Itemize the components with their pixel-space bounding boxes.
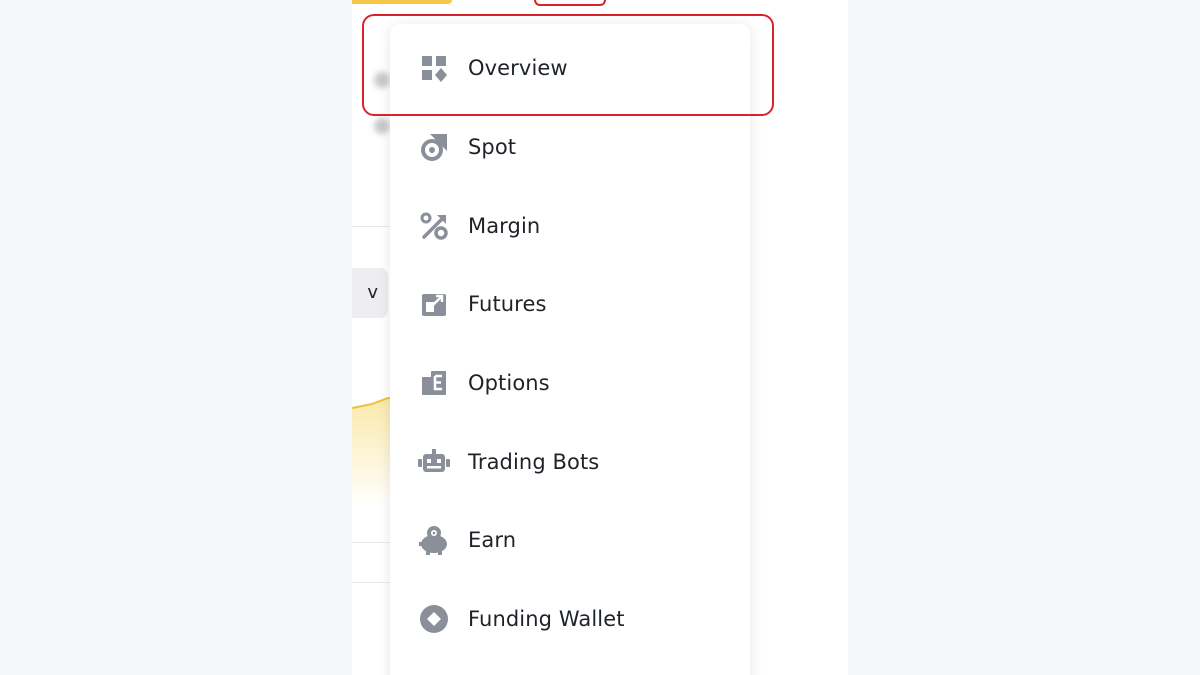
background-chip[interactable]: v <box>352 268 388 318</box>
menu-item-label: Spot <box>468 135 517 159</box>
futures-icon <box>418 288 450 320</box>
wallet-icon <box>418 603 450 635</box>
app-viewport: v Overview Spot Margin Futures Options T… <box>352 0 848 675</box>
background-accent-bar <box>352 0 452 4</box>
menu-item-label: Earn <box>468 528 517 552</box>
menu-item-earn[interactable]: Earn <box>390 510 750 570</box>
menu-item-label: Futures <box>468 292 547 316</box>
menu-item-options[interactable]: Options <box>390 353 750 413</box>
menu-item-label: Margin <box>468 214 541 238</box>
menu-item-margin[interactable]: Margin <box>390 196 750 256</box>
options-icon <box>418 367 450 399</box>
menu-item-funding-wallet[interactable]: Funding Wallet <box>390 589 750 649</box>
grid-icon <box>418 52 450 84</box>
menu-item-label: Funding Wallet <box>468 607 625 631</box>
menu-item-overview[interactable]: Overview <box>390 38 750 98</box>
background-chart-fragment <box>352 397 392 506</box>
background-tab-outline <box>534 0 606 6</box>
background-dot <box>374 118 390 134</box>
percent-icon <box>418 210 450 242</box>
spot-icon <box>418 131 450 163</box>
menu-item-label: Trading Bots <box>468 450 600 474</box>
account-menu-dropdown: Overview Spot Margin Futures Options Tra… <box>390 24 750 675</box>
background-dot <box>374 72 390 88</box>
robot-icon <box>418 446 450 478</box>
piggy-icon <box>418 524 450 556</box>
menu-item-trading-bots[interactable]: Trading Bots <box>390 432 750 492</box>
screen: v Overview Spot Margin Futures Options T… <box>0 0 1200 675</box>
menu-item-label: Overview <box>468 56 568 80</box>
menu-item-spot[interactable]: Spot <box>390 117 750 177</box>
menu-item-futures[interactable]: Futures <box>390 274 750 334</box>
menu-item-label: Options <box>468 371 550 395</box>
